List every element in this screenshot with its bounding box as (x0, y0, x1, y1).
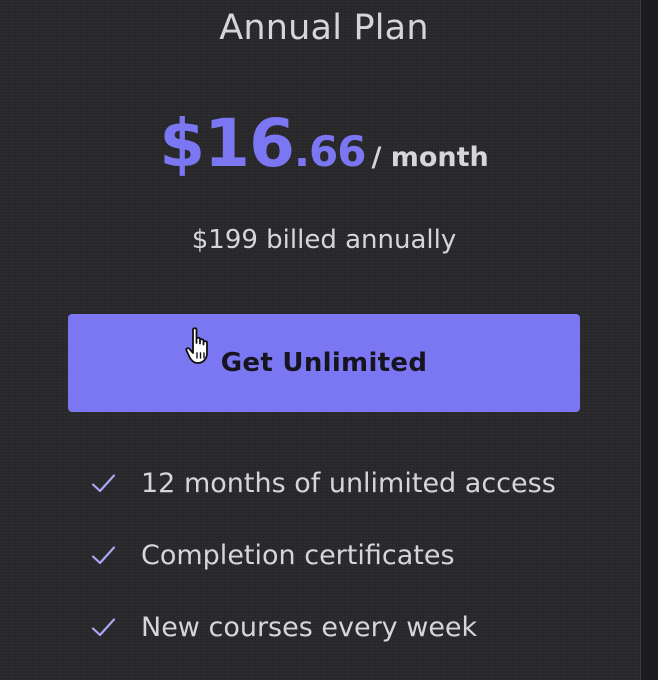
check-icon (91, 618, 116, 637)
plan-title: Annual Plan (219, 8, 429, 48)
price-unit: / month (371, 142, 489, 173)
check-icon (91, 474, 116, 493)
list-item: New courses every week (90, 604, 556, 652)
get-unlimited-button-label: Get Unlimited (220, 348, 428, 378)
feature-text: Completion certificates (141, 540, 455, 571)
window-edge (640, 0, 658, 680)
check-icon (91, 546, 116, 565)
list-item: Completion certificates (90, 532, 556, 580)
get-unlimited-button[interactable]: Get Unlimited (68, 314, 580, 412)
price: $16.66/ month (0, 104, 648, 198)
billing-note: $199 billed annually (191, 225, 457, 255)
hand-pointer-icon (185, 327, 208, 364)
annual-plan-card: Annual Plan $16.66/ month $199 billed an… (0, 0, 640, 680)
feature-text: New courses every week (141, 612, 478, 643)
list-item: 12 months of unlimited access (90, 460, 556, 508)
price-cents: .66 (294, 127, 366, 176)
feature-text: 12 months of unlimited access (141, 468, 556, 499)
price-whole: $16 (159, 105, 295, 182)
feature-list: 12 months of unlimited access Completion… (90, 460, 556, 676)
